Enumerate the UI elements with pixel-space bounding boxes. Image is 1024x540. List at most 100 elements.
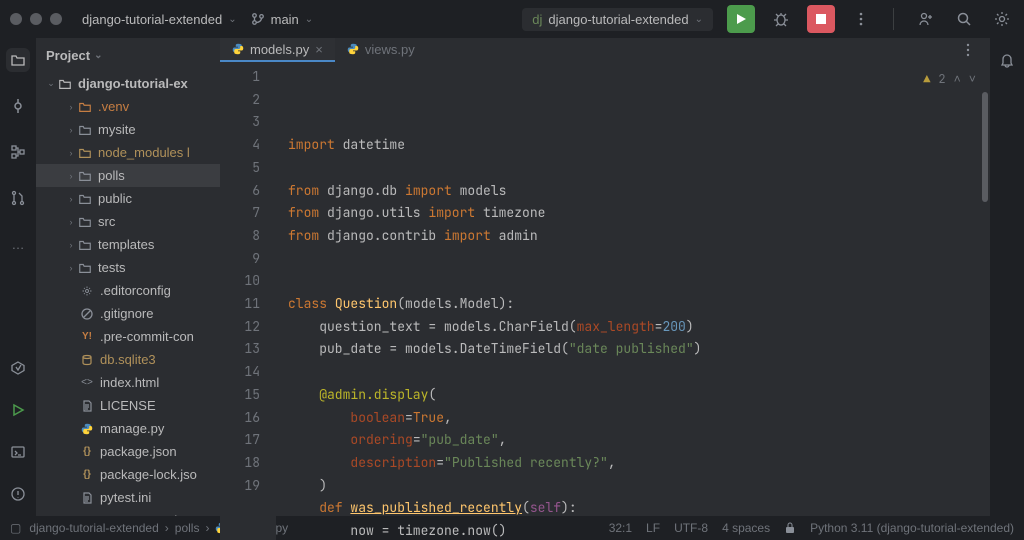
debug-button[interactable] (769, 7, 793, 31)
code-line[interactable] (288, 248, 990, 271)
code-line[interactable]: description="Published recently?", (288, 452, 990, 475)
breadcrumb-folder[interactable]: polls (175, 521, 200, 535)
code-line[interactable]: from django.utils import timezone (288, 202, 990, 225)
tree-label: .pre-commit-con (100, 329, 194, 344)
tree-file[interactable]: pytest.ini (36, 486, 220, 509)
inspection-widget[interactable]: ▲ 2 ˄ ˅ (923, 68, 976, 91)
code-line[interactable]: def was_published_recently(self): (288, 497, 990, 520)
tree-folder[interactable]: › polls (36, 164, 220, 187)
minimize-dot[interactable] (30, 13, 42, 25)
tree-folder[interactable]: › public (36, 187, 220, 210)
line-number: 15 (220, 384, 260, 407)
editor-tab[interactable]: views.py (335, 38, 427, 62)
tree-label: .gitignore (100, 306, 153, 321)
code-line[interactable]: ordering="pub_date", (288, 429, 990, 452)
tree-folder[interactable]: › templates (36, 233, 220, 256)
project-panel-header[interactable]: Project ⌄ (36, 38, 220, 72)
code-line[interactable]: import datetime (288, 134, 990, 157)
search-icon[interactable] (952, 7, 976, 31)
commit-tool[interactable] (6, 94, 30, 118)
nav-up-icon[interactable]: ˄ (954, 68, 961, 91)
chevron-right-icon: › (64, 125, 78, 135)
right-toolbar (990, 38, 1024, 516)
separator (893, 8, 894, 30)
close-tab-icon[interactable]: × (315, 42, 323, 57)
tree-file[interactable]: {} package.json (36, 440, 220, 463)
editor-area: models.py × views.py 1234567891011121314… (220, 38, 990, 516)
json-icon: {} (80, 469, 94, 480)
settings-button[interactable] (990, 7, 1014, 31)
chevron-down-icon: ⌄ (44, 78, 58, 89)
editor-tab[interactable]: models.py × (220, 38, 335, 62)
tree-file[interactable]: manage.py (36, 417, 220, 440)
tree-file[interactable]: <> index.html (36, 371, 220, 394)
problems-tool[interactable] (6, 482, 30, 506)
tree-file[interactable]: LICENSE (36, 394, 220, 417)
python-icon (232, 43, 244, 55)
tree-label: .editorconfig (100, 283, 171, 298)
chevron-right-icon: › (165, 521, 169, 535)
editor-tabs: models.py × views.py (220, 38, 990, 62)
code-area[interactable]: ▲ 2 ˄ ˅ import datetime from django.db i… (276, 62, 990, 540)
chevron-right-icon: › (64, 240, 78, 250)
code-line[interactable]: class Question(models.Model): (288, 293, 990, 316)
code-line[interactable]: pub_date = models.DateTimeField("date pu… (288, 338, 990, 361)
code-line[interactable]: from django.contrib import admin (288, 225, 990, 248)
pull-requests-tool[interactable] (6, 186, 30, 210)
py-icon (80, 423, 94, 435)
breadcrumb-root[interactable]: django-tutorial-extended (29, 521, 158, 535)
tree-folder[interactable]: › node_modules l (36, 141, 220, 164)
more-tools[interactable]: … (6, 232, 30, 256)
more-actions[interactable] (849, 7, 873, 31)
project-panel: Project ⌄ ⌄ django-tutorial-ex › .venv ›… (36, 38, 220, 516)
tree-file[interactable]: M↓ README.md (36, 509, 220, 516)
run-tool[interactable] (6, 398, 30, 422)
tree-file[interactable]: {} package-lock.jso (36, 463, 220, 486)
code-line[interactable]: from django.db import models (288, 180, 990, 203)
project-tree[interactable]: ⌄ django-tutorial-ex › .venv › mysite › … (36, 72, 220, 516)
tree-folder[interactable]: › src (36, 210, 220, 233)
tree-root[interactable]: ⌄ django-tutorial-ex (36, 72, 220, 95)
code-editor[interactable]: 12345678910111213141516171819 ▲ 2 ˄ ˅ im… (220, 62, 990, 540)
tree-file[interactable]: .gitignore (36, 302, 220, 325)
project-selector[interactable]: django-tutorial-extended ⌄ (82, 12, 237, 27)
tree-file[interactable]: .editorconfig (36, 279, 220, 302)
stop-button[interactable] (807, 5, 835, 33)
code-line[interactable]: boolean=True, (288, 407, 990, 430)
tree-file[interactable]: Y! .pre-commit-con (36, 325, 220, 348)
code-line[interactable]: now = timezone.now() (288, 520, 990, 540)
code-line[interactable] (288, 270, 990, 293)
tree-folder[interactable]: › mysite (36, 118, 220, 141)
tab-label: models.py (250, 42, 309, 57)
gutter: 12345678910111213141516171819 (220, 62, 276, 540)
nav-down-icon[interactable]: ˅ (969, 68, 976, 91)
structure-tool[interactable] (6, 140, 30, 164)
notifications-tool[interactable] (995, 48, 1019, 72)
terminal-tool[interactable] (6, 440, 30, 464)
zoom-dot[interactable] (50, 13, 62, 25)
run-config-selector[interactable]: dj django-tutorial-extended ⌄ (522, 8, 713, 31)
tree-file[interactable]: db.sqlite3 (36, 348, 220, 371)
branch-selector[interactable]: main ⌄ (251, 12, 314, 27)
line-number: 16 (220, 407, 260, 430)
project-tool-button[interactable] (6, 48, 30, 72)
window-controls[interactable] (10, 13, 62, 25)
tree-folder[interactable]: › .venv (36, 95, 220, 118)
collab-icon[interactable] (914, 7, 938, 31)
close-dot[interactable] (10, 13, 22, 25)
services-tool[interactable] (6, 356, 30, 380)
run-button[interactable] (727, 5, 755, 33)
editor-scrollbar[interactable] (980, 62, 990, 540)
md-icon: M↓ (80, 516, 94, 517)
tree-folder[interactable]: › tests (36, 256, 220, 279)
code-line[interactable] (288, 361, 990, 384)
line-number: 7 (220, 202, 260, 225)
chevron-down-icon: ⌄ (94, 50, 102, 61)
code-line[interactable]: @admin.display( (288, 384, 990, 407)
scrollbar-thumb[interactable] (982, 92, 988, 202)
folder-icon (78, 123, 92, 137)
code-line[interactable] (288, 157, 990, 180)
code-line[interactable]: question_text = models.CharField(max_len… (288, 316, 990, 339)
code-line[interactable]: ) (288, 475, 990, 498)
tab-actions-menu[interactable] (956, 38, 980, 62)
